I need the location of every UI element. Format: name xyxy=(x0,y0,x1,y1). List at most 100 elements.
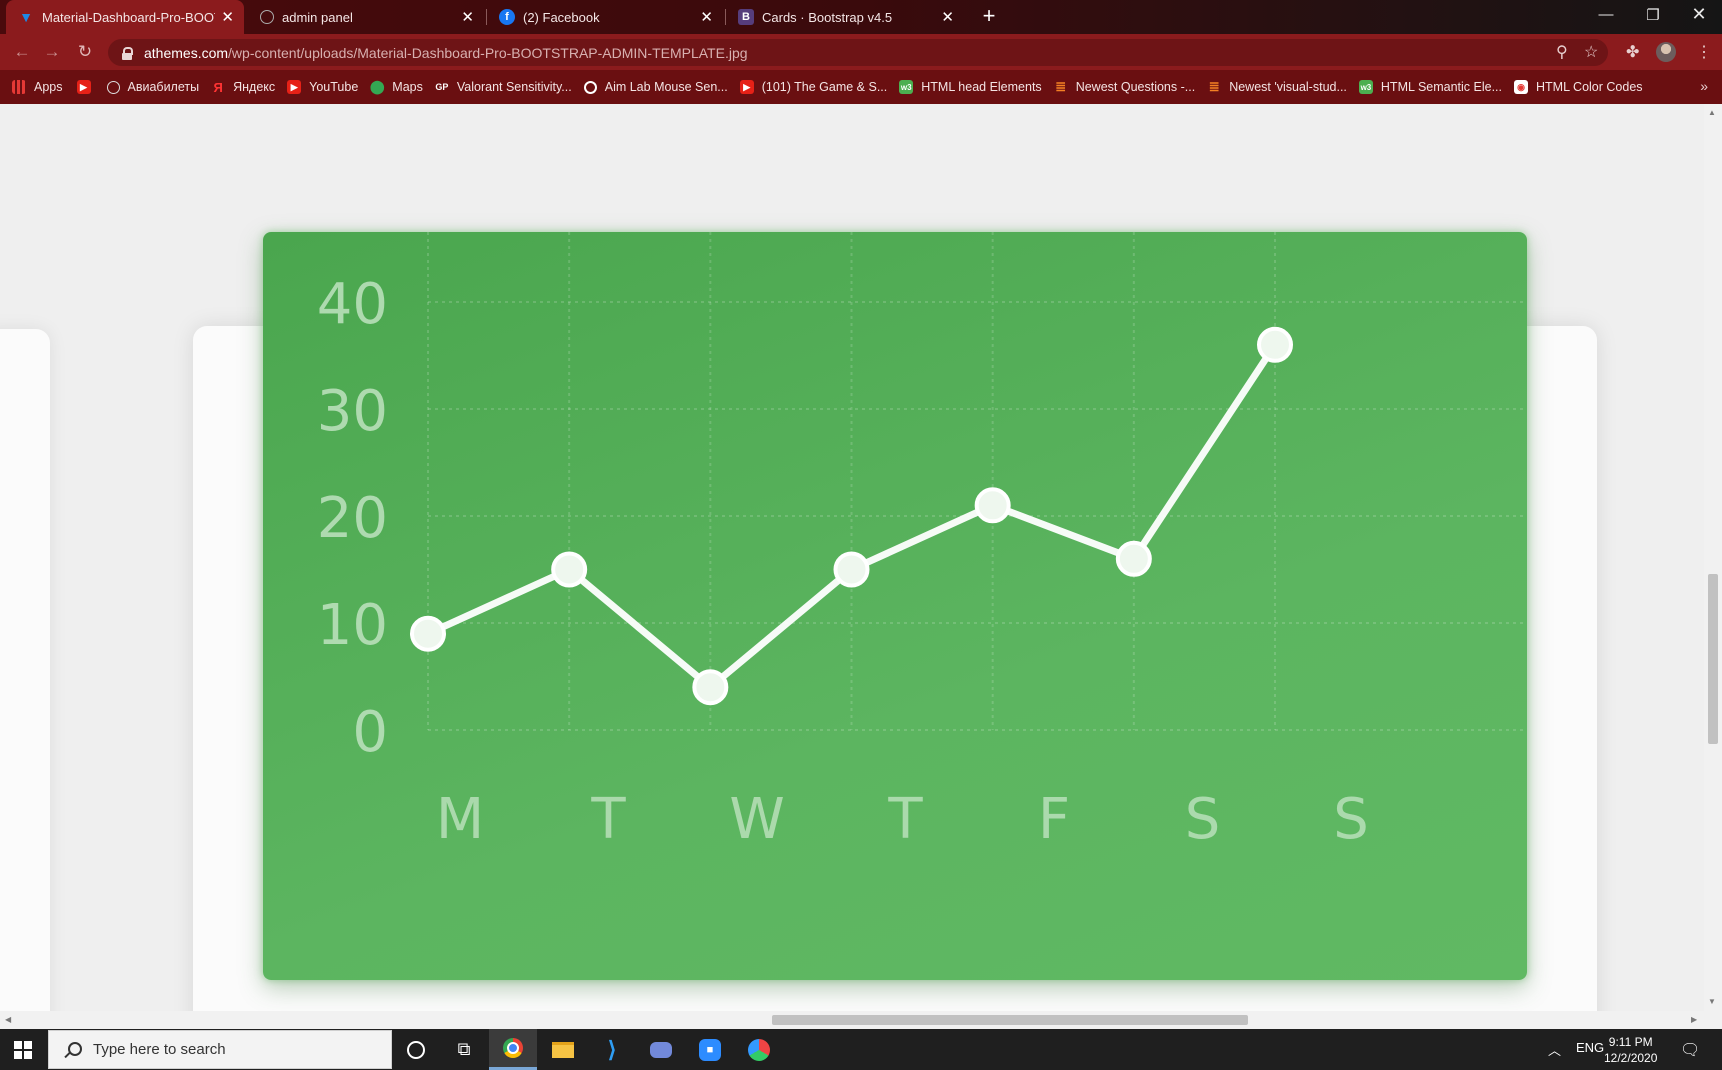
back-button[interactable]: ← xyxy=(10,42,34,62)
close-tab-icon[interactable]: ✕ xyxy=(461,8,474,26)
w3-icon: w3 xyxy=(1358,80,1373,94)
tab-title: admin panel xyxy=(282,9,353,25)
menu-kebab-icon[interactable]: ⋮ xyxy=(1696,42,1712,62)
taskbar-search[interactable]: Type here to search xyxy=(48,1030,392,1069)
x-tick-label: W xyxy=(729,787,784,852)
url-path: /wp-content/uploads/Material-Dashboard-P… xyxy=(228,44,748,61)
restore-button[interactable]: ❐ xyxy=(1638,6,1668,24)
windows-taskbar: Type here to search ⧉ ⟩ ■ ︿ ENG 9:11 PM … xyxy=(0,1029,1722,1070)
bookmark-label: Apps xyxy=(34,80,63,94)
target-icon xyxy=(583,80,597,94)
bookmark-youtube-icon-only[interactable]: ▶ xyxy=(76,80,95,94)
minimize-button[interactable]: — xyxy=(1591,6,1621,23)
close-window-button[interactable]: ✕ xyxy=(1684,4,1714,25)
bookmark-yandex[interactable]: Я Яндекс xyxy=(211,80,275,95)
scroll-up-arrow-icon[interactable]: ▲ xyxy=(1708,108,1716,117)
bookmark-star-icon[interactable]: ☆ xyxy=(1584,42,1598,62)
file-explorer-icon[interactable] xyxy=(539,1029,587,1070)
tab-material-dashboard[interactable]: ▼ Material-Dashboard-Pro-BOOTSTRAP ✕ xyxy=(6,0,244,34)
x-tick-label: T xyxy=(887,787,923,852)
horizontal-scroll-thumb[interactable] xyxy=(772,1015,1248,1025)
zoom-app-icon[interactable]: ■ xyxy=(686,1029,734,1070)
davinci-resolve-icon[interactable] xyxy=(735,1029,783,1070)
scroll-left-arrow-icon[interactable]: ◀ xyxy=(5,1015,11,1024)
bookmark-youtube[interactable]: ▶ YouTube xyxy=(287,80,358,94)
bookmark-label: HTML Semantic Ele... xyxy=(1380,80,1503,94)
vertical-scroll-thumb[interactable] xyxy=(1708,574,1718,744)
youtube-icon: ▶ xyxy=(739,80,754,94)
bookmark-the-game[interactable]: ▶ (101) The Game & S... xyxy=(739,80,888,94)
tab-bootstrap-cards[interactable]: B Cards · Bootstrap v4.5 ✕ xyxy=(726,0,964,34)
new-tab-button[interactable]: + xyxy=(976,4,1002,30)
bookmark-label: Newest Questions -... xyxy=(1075,80,1196,94)
clock-time: 9:11 PM xyxy=(1608,1035,1653,1049)
bookmark-maps[interactable]: ⬤ Maps xyxy=(370,79,423,94)
bookmark-label: HTML head Elements xyxy=(921,80,1042,94)
address-bar[interactable]: athemes.com/wp-content/uploads/Material-… xyxy=(108,39,1608,66)
tab-facebook[interactable]: f (2) Facebook ✕ xyxy=(487,0,723,34)
forward-button[interactable]: → xyxy=(40,42,64,62)
task-view-icon[interactable]: ⧉ xyxy=(440,1029,488,1070)
y-axis-ticks: 0 10 20 30 40 xyxy=(317,272,388,765)
y-tick-label: 0 xyxy=(352,700,388,765)
close-tab-icon[interactable]: ✕ xyxy=(941,8,954,26)
bookmark-label: Maps xyxy=(392,80,423,94)
reload-button[interactable]: ↻ xyxy=(73,42,97,62)
page-viewport: 0 10 20 30 40 M T W T F S S xyxy=(0,104,1704,1011)
color-codes-icon: ◉ xyxy=(1514,80,1529,94)
extensions-puzzle-icon[interactable]: ✤ xyxy=(1626,42,1639,62)
y-tick-label: 40 xyxy=(317,272,388,337)
search-placeholder: Type here to search xyxy=(93,1041,226,1058)
vertical-scrollbar[interactable]: ▲ ▼ xyxy=(1704,104,1722,1011)
bookmark-newest-visual-studio[interactable]: ≣ Newest 'visual-stud... xyxy=(1207,79,1347,94)
x-tick-label: M xyxy=(436,787,484,852)
lock-icon xyxy=(122,46,133,60)
x-tick-label: S xyxy=(1333,787,1369,852)
y-tick-label: 30 xyxy=(317,379,388,444)
gp-icon: GP xyxy=(435,82,449,92)
x-axis-ticks: MTWTFSS xyxy=(436,787,1369,852)
clock[interactable]: 9:11 PM 12/2/2020 xyxy=(1604,1034,1657,1066)
scroll-right-arrow-icon[interactable]: ▶ xyxy=(1691,1015,1697,1024)
chrome-icon[interactable] xyxy=(489,1029,537,1070)
profile-avatar[interactable] xyxy=(1656,42,1676,62)
globe-icon xyxy=(106,80,120,94)
bookmark-html-head[interactable]: w3 HTML head Elements xyxy=(899,80,1042,94)
chart-card: 0 10 20 30 40 M T W T F S S xyxy=(263,232,1527,980)
close-tab-icon[interactable]: ✕ xyxy=(700,8,713,26)
cortana-icon[interactable] xyxy=(392,1029,440,1070)
bookmark-newest-questions[interactable]: ≣ Newest Questions -... xyxy=(1054,79,1196,94)
bookmark-aimlab[interactable]: Aim Lab Mouse Sen... xyxy=(583,80,728,94)
vuetify-icon: ▼ xyxy=(19,9,33,25)
bookmark-label: HTML Color Codes xyxy=(1536,80,1643,94)
notifications-icon[interactable]: 🗨 xyxy=(1680,1040,1700,1060)
horizontal-scrollbar[interactable]: ◀ ▶ xyxy=(0,1011,1704,1029)
scroll-down-arrow-icon[interactable]: ▼ xyxy=(1708,997,1716,1006)
bookmark-html-semantic[interactable]: w3 HTML Semantic Ele... xyxy=(1358,80,1503,94)
browser-toolbar: ← → ↻ athemes.com/wp-content/uploads/Mat… xyxy=(0,34,1722,70)
windows-start-icon[interactable] xyxy=(14,1041,32,1059)
bookmark-aviabilety[interactable]: Авиабилеты xyxy=(106,80,199,94)
tab-title: (2) Facebook xyxy=(523,9,600,25)
data-point xyxy=(1115,540,1152,577)
bookmark-apps[interactable]: Apps xyxy=(12,80,63,94)
language-indicator[interactable]: ENG xyxy=(1576,1040,1604,1055)
bookmark-label: Newest 'visual-stud... xyxy=(1229,80,1347,94)
zoom-icon[interactable]: ⚲ xyxy=(1556,42,1568,62)
bookmark-label: (101) The Game & S... xyxy=(761,80,888,94)
vscode-icon[interactable]: ⟩ xyxy=(588,1029,636,1070)
data-point xyxy=(410,615,446,652)
line-chart: 0 10 20 30 40 M T W T F S S xyxy=(317,232,1527,852)
stackoverflow-icon: ≣ xyxy=(1055,79,1067,94)
data-point xyxy=(833,551,870,588)
search-icon xyxy=(63,1041,82,1059)
bookmark-valorant[interactable]: GP Valorant Sensitivity... xyxy=(435,80,571,94)
more-bookmarks-icon[interactable]: » xyxy=(1700,78,1708,94)
bookmark-html-color-codes[interactable]: ◉ HTML Color Codes xyxy=(1514,80,1643,94)
y-tick-label: 20 xyxy=(317,486,388,551)
discord-icon[interactable] xyxy=(637,1029,685,1070)
youtube-icon: ▶ xyxy=(287,80,302,94)
tab-admin-panel[interactable]: admin panel ✕ xyxy=(248,0,484,34)
close-tab-icon[interactable]: ✕ xyxy=(221,8,234,26)
tray-chevron-up-icon[interactable]: ︿ xyxy=(1548,1040,1561,1059)
